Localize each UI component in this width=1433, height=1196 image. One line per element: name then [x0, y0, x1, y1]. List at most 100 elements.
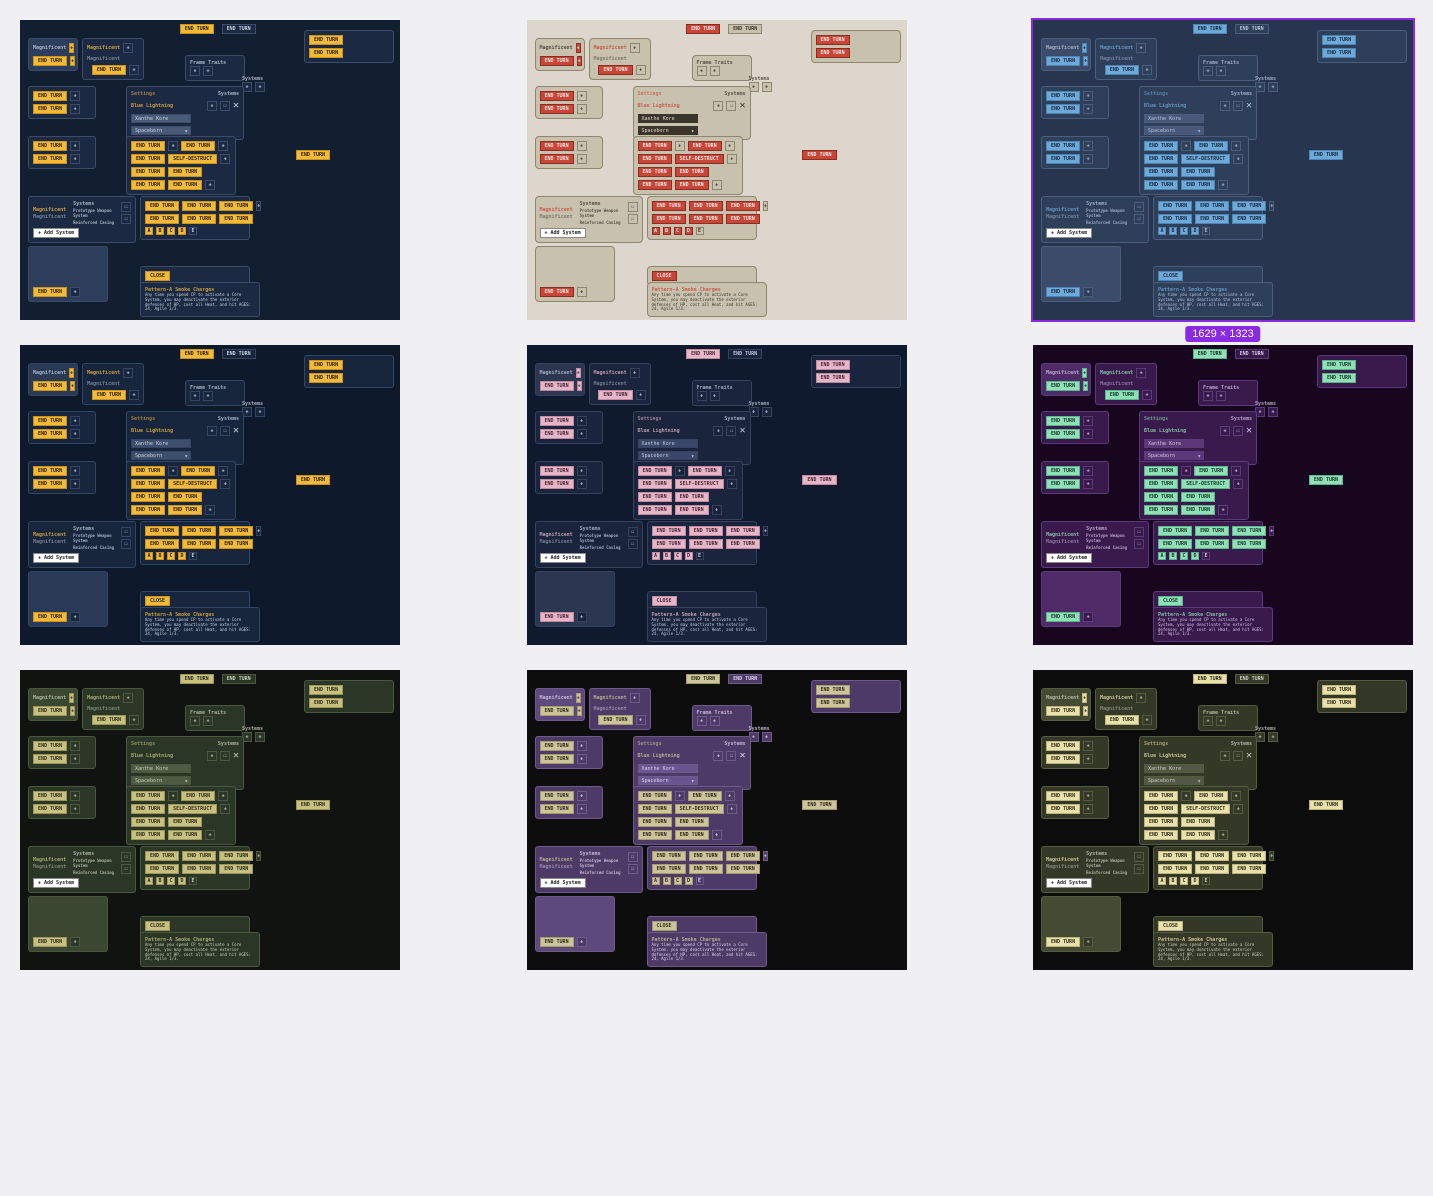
end-turn-button[interactable]: END TURN [219, 864, 253, 874]
end-turn-button[interactable]: END TURN [540, 479, 574, 489]
end-turn-button[interactable]: END TURN [1046, 479, 1080, 489]
origin-select[interactable]: Spaceborn [638, 451, 698, 460]
end-turn-button[interactable]: END TURN [689, 851, 723, 861]
end-turn-button[interactable]: END TURN [540, 429, 574, 439]
end-turn-button[interactable]: END TURN [1144, 830, 1178, 840]
end-turn-button[interactable]: END TURN [1144, 791, 1178, 801]
end-turn-button[interactable]: END TURN [540, 612, 574, 622]
plus-icon[interactable]: + [1268, 82, 1278, 92]
plus-icon[interactable]: + [630, 43, 640, 53]
close-icon[interactable]: ✕ [233, 425, 239, 436]
box-icon[interactable]: ☐ [1134, 214, 1144, 224]
plus-icon[interactable]: + [697, 716, 707, 726]
end-turn-button[interactable]: END TURN [652, 851, 686, 861]
plus-icon[interactable]: + [762, 407, 772, 417]
end-turn-button[interactable]: END TURN [131, 167, 165, 177]
end-turn-button[interactable]: END TURN [145, 526, 179, 536]
end-turn-button[interactable]: END TURN [92, 390, 126, 400]
end-turn-button[interactable]: END TURN [638, 154, 672, 164]
end-turn-button[interactable]: END TURN [598, 390, 632, 400]
end-turn-button[interactable]: END TURN [1195, 201, 1229, 211]
plus-icon[interactable]: + [1216, 716, 1226, 726]
pip-icon[interactable]: A [1158, 227, 1166, 235]
end-turn-button[interactable]: END TURN [675, 180, 709, 190]
plus-icon[interactable]: + [1231, 466, 1241, 476]
add-system-button[interactable]: + Add System [1046, 228, 1092, 238]
plus-icon[interactable]: + [1268, 732, 1278, 742]
end-turn-button[interactable]: END TURN [638, 479, 672, 489]
plus-icon[interactable]: + [256, 526, 261, 536]
end-turn-button[interactable]: END TURN [219, 851, 253, 861]
plus-icon[interactable]: + [70, 791, 80, 801]
plus-icon[interactable]: + [203, 716, 213, 726]
add-system-button[interactable]: + Add System [540, 553, 586, 563]
plus-icon[interactable]: + [576, 693, 581, 703]
plus-icon[interactable]: + [1203, 66, 1213, 76]
pip-icon[interactable]: D [178, 552, 186, 560]
end-turn-button[interactable]: END TURN [1158, 526, 1192, 536]
self-destruct-button[interactable]: SELF-DESTRUCT [168, 479, 217, 489]
end-turn-button[interactable]: END TURN [1144, 154, 1178, 164]
plus-icon[interactable]: + [123, 43, 133, 53]
plus-icon[interactable]: + [1233, 479, 1243, 489]
end-turn-button[interactable]: END TURN [688, 466, 722, 476]
pip-icon[interactable]: B [663, 552, 671, 560]
box-icon[interactable]: ☐ [726, 426, 736, 436]
end-turn-button[interactable]: END TURN [726, 539, 760, 549]
pip-icon[interactable]: E [696, 227, 704, 235]
pip-icon[interactable]: C [1180, 877, 1188, 885]
end-turn-button[interactable]: END TURN [1046, 754, 1080, 764]
close-button[interactable]: CLOSE [145, 596, 170, 606]
theme-preview-6[interactable]: END TURN END TURN END TURN END TURN Magn… [1033, 345, 1413, 645]
end-turn-button-alt[interactable]: END TURN [222, 674, 256, 684]
plus-icon[interactable]: + [710, 66, 720, 76]
plus-icon[interactable]: + [577, 104, 587, 114]
plus-icon[interactable]: + [1083, 381, 1088, 391]
close-button[interactable]: CLOSE [145, 271, 170, 281]
end-turn-button[interactable]: END TURN [540, 381, 574, 391]
plus-icon[interactable]: + [675, 141, 685, 151]
name-field[interactable]: Xanthe Kore [1144, 114, 1204, 123]
end-turn-button[interactable]: END TURN [309, 35, 343, 45]
end-turn-button[interactable]: END TURN [540, 56, 574, 66]
origin-select[interactable]: Spaceborn [1144, 126, 1204, 135]
pip-icon[interactable]: A [1158, 877, 1166, 885]
plus-icon[interactable]: + [207, 751, 217, 761]
pip-icon[interactable]: B [1169, 552, 1177, 560]
box-icon[interactable]: ☐ [628, 202, 638, 212]
plus-icon[interactable]: + [168, 466, 178, 476]
pip-icon[interactable]: E [189, 877, 197, 885]
plus-icon[interactable]: + [123, 368, 133, 378]
end-turn-button[interactable]: END TURN [33, 804, 67, 814]
plus-icon[interactable]: + [190, 391, 200, 401]
pip-icon[interactable]: C [167, 877, 175, 885]
end-turn-button[interactable]: END TURN [145, 539, 179, 549]
plus-icon[interactable]: + [577, 937, 587, 947]
plus-icon[interactable]: + [1269, 851, 1274, 861]
end-turn-button[interactable]: END TURN [219, 526, 253, 536]
end-turn-button-alt[interactable]: END TURN [1235, 349, 1269, 359]
end-turn-button[interactable]: END TURN [1193, 24, 1227, 34]
end-turn-button[interactable]: END TURN [638, 466, 672, 476]
end-turn-button[interactable]: END TURN [296, 800, 330, 810]
plus-icon[interactable]: + [577, 479, 587, 489]
end-turn-button[interactable]: END TURN [33, 154, 67, 164]
plus-icon[interactable]: + [577, 56, 582, 66]
end-turn-button[interactable]: END TURN [1193, 349, 1227, 359]
end-turn-button[interactable]: END TURN [1195, 539, 1229, 549]
close-icon[interactable]: ✕ [739, 750, 745, 761]
close-icon[interactable]: ✕ [1246, 750, 1252, 761]
end-turn-button[interactable]: END TURN [145, 851, 179, 861]
end-turn-button[interactable]: END TURN [1046, 791, 1080, 801]
end-turn-button[interactable]: END TURN [1181, 817, 1215, 827]
end-turn-button[interactable]: END TURN [1046, 429, 1080, 439]
end-turn-button[interactable]: END TURN [689, 214, 723, 224]
end-turn-button[interactable]: END TURN [1046, 287, 1080, 297]
plus-icon[interactable]: + [168, 141, 178, 151]
plus-icon[interactable]: + [1269, 201, 1274, 211]
add-system-button[interactable]: + Add System [1046, 878, 1092, 888]
plus-icon[interactable]: + [577, 754, 587, 764]
close-icon[interactable]: ✕ [739, 425, 745, 436]
end-turn-button[interactable]: END TURN [1309, 475, 1343, 485]
plus-icon[interactable]: + [1083, 612, 1093, 622]
